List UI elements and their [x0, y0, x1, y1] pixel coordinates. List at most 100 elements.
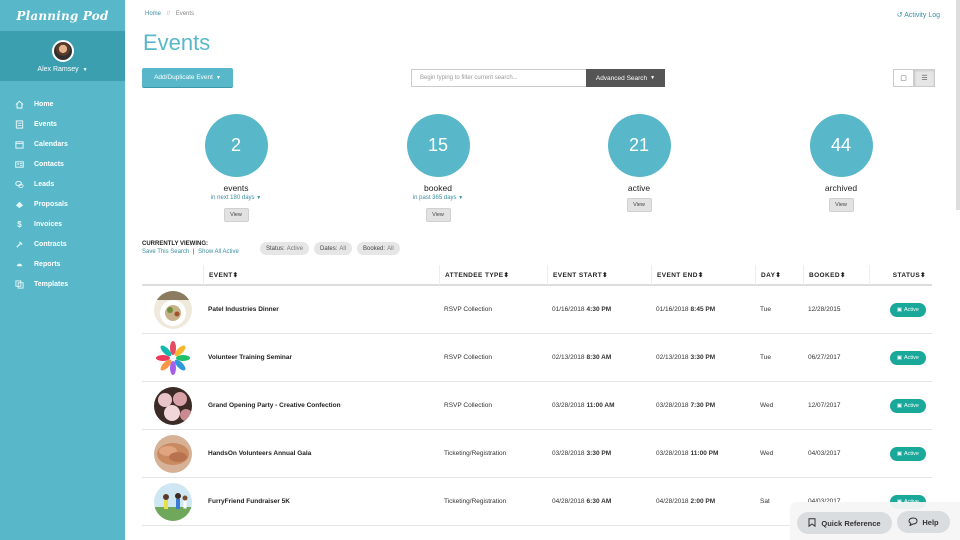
view-toggle: ▢ ☰	[893, 69, 935, 87]
day-cell: Tue	[760, 306, 771, 313]
table-row[interactable]: Volunteer Training Seminar RSVP Collecti…	[142, 334, 932, 382]
advanced-search-button[interactable]: Advanced Search ▼	[586, 69, 665, 87]
event-name-link[interactable]: FurryFriend Fundraiser 5K	[208, 498, 290, 505]
scrollbar[interactable]	[956, 0, 960, 210]
view-button[interactable]: View	[828, 198, 854, 212]
event-thumbnail[interactable]	[153, 434, 192, 473]
sidebar-item-home[interactable]: Home	[0, 94, 125, 114]
event-thumbnail[interactable]	[153, 290, 192, 329]
header-label: EVENT END	[657, 271, 698, 279]
activity-log-link[interactable]: ↺ Activity Log	[897, 11, 940, 19]
leads-icon	[15, 180, 24, 189]
proposals-icon	[15, 200, 24, 209]
header-day[interactable]: DAY ⬍	[755, 265, 803, 285]
end-date: 03/28/2018	[656, 450, 689, 457]
stat-range-dropdown[interactable]: in past 365 days ▼	[413, 195, 463, 203]
chat-bubble-icon	[908, 516, 918, 528]
avatar[interactable]	[51, 39, 74, 62]
sidebar-item-templates[interactable]: Templates	[0, 274, 125, 294]
stat-circle[interactable]: 44	[809, 114, 873, 177]
search-input[interactable]: Begin typing to filter current search...	[411, 69, 586, 87]
stat-circle[interactable]: 21	[607, 114, 671, 177]
event-thumbnail[interactable]	[153, 386, 192, 425]
sidebar-item-invoices[interactable]: $ Invoices	[0, 214, 125, 234]
help-button[interactable]: Help	[897, 511, 950, 533]
sidebar-item-contacts[interactable]: Contacts	[0, 154, 125, 174]
event-name-link[interactable]: Volunteer Training Seminar	[208, 354, 292, 361]
header-status[interactable]: STATUS ⬍	[869, 265, 932, 285]
table-row[interactable]: Patel Industries Dinner RSVP Collection …	[142, 286, 932, 334]
event-thumbnail[interactable]	[153, 338, 192, 377]
stat-label: booked	[424, 183, 452, 193]
filter-chip-status[interactable]: Status: Active	[260, 242, 310, 255]
quick-reference-button[interactable]: Quick Reference	[797, 512, 892, 534]
header-event[interactable]: EVENT ⬍	[203, 265, 439, 285]
status-label: Active	[904, 450, 919, 457]
save-search-link[interactable]: Save This Search	[142, 249, 189, 255]
show-all-active-link[interactable]: Show All Active	[198, 249, 239, 255]
sort-icon: ⬍	[503, 272, 510, 279]
event-end-cell: 03/28/2018 11:00 PM	[651, 430, 755, 478]
sidebar-item-label: Templates	[34, 280, 69, 288]
event-name-cell: HandsOn Volunteers Annual Gala	[203, 430, 439, 478]
table-body: Patel Industries Dinner RSVP Collection …	[142, 286, 932, 526]
start-date: 03/28/2018	[552, 402, 585, 409]
brand-logo[interactable]: Planning Pod	[0, 0, 125, 31]
event-name-link[interactable]: Grand Opening Party - Creative Confectio…	[208, 402, 341, 409]
event-end-cell: 01/16/2018 8:45 PM	[651, 286, 755, 334]
grid-view-button[interactable]: ▢	[893, 69, 914, 87]
sidebar-item-events[interactable]: Events	[0, 114, 125, 134]
table-row[interactable]: HandsOn Volunteers Annual Gala Ticketing…	[142, 430, 932, 478]
stat-circle[interactable]: 15	[406, 114, 470, 177]
help-label: Help	[922, 517, 939, 527]
events-icon	[15, 119, 24, 129]
status-badge[interactable]: ▣Active	[889, 398, 926, 413]
header-booked[interactable]: BOOKED ⬍	[803, 265, 869, 285]
status-label: Active	[904, 354, 919, 361]
filter-chip-booked[interactable]: Booked: All	[357, 242, 400, 255]
contacts-icon	[15, 160, 24, 169]
add-duplicate-event-button[interactable]: Add/Duplicate Event ▼	[142, 68, 233, 87]
header-event-start[interactable]: EVENT START ⬍	[547, 265, 651, 285]
sidebar-item-label: Events	[34, 120, 57, 128]
history-icon: ↺	[896, 12, 903, 19]
sidebar-item-calendars[interactable]: Calendars	[0, 134, 125, 154]
user-block[interactable]: Alex Ramsey ▼	[0, 31, 125, 81]
sort-icon: ⬍	[697, 272, 704, 279]
sidebar-item-reports[interactable]: Reports	[0, 254, 125, 274]
event-name-link[interactable]: Patel Industries Dinner	[208, 306, 279, 313]
booked-cell: 06/27/2017	[808, 354, 841, 361]
status-badge[interactable]: ▣Active	[889, 350, 926, 365]
filter-chips: Status: Active Dates: All Booked: All	[260, 242, 400, 255]
reports-icon	[15, 260, 24, 269]
view-button[interactable]: View	[425, 208, 451, 222]
attendee-type-cell: Ticketing/Registration	[444, 450, 507, 457]
sidebar-item-leads[interactable]: Leads	[0, 174, 125, 194]
table-row[interactable]: Grand Opening Party - Creative Confectio…	[142, 382, 932, 430]
header-thumb	[142, 265, 203, 285]
dollar-icon: $	[17, 219, 22, 229]
view-button[interactable]: View	[223, 208, 249, 222]
status-badge[interactable]: ▣Active	[889, 446, 926, 461]
header-attendee-type[interactable]: ATTENDEE TYPE ⬍	[439, 265, 547, 285]
attendee-type-cell: Ticketing/Registration	[444, 498, 507, 505]
booked-cell: 12/28/2015	[808, 306, 841, 313]
sidebar-item-proposals[interactable]: Proposals	[0, 194, 125, 214]
view-button[interactable]: View	[626, 198, 652, 212]
stat-range-dropdown[interactable]: in next 180 days ▼	[211, 195, 261, 203]
event-thumbnail[interactable]	[153, 482, 192, 521]
stat-circle[interactable]: 2	[204, 114, 268, 177]
event-name-cell: Grand Opening Party - Creative Confectio…	[203, 382, 439, 430]
table-header: EVENT ⬍ ATTENDEE TYPE ⬍ EVENT START ⬍ EVENT…	[142, 265, 932, 286]
list-view-button[interactable]: ☰	[914, 69, 935, 87]
header-event-end[interactable]: EVENT END ⬍	[651, 265, 755, 285]
stat-range-label: in next 180 days	[210, 195, 255, 201]
caret-down-icon: ▼	[650, 75, 656, 81]
chip-key: Status:	[266, 245, 285, 252]
sidebar-item-label: Calendars	[34, 140, 68, 148]
event-name-link[interactable]: HandsOn Volunteers Annual Gala	[208, 450, 311, 457]
filter-chip-dates[interactable]: Dates: All	[314, 242, 353, 255]
breadcrumb-home[interactable]: Home	[145, 11, 161, 17]
sidebar-item-contracts[interactable]: Contracts	[0, 234, 125, 254]
status-badge[interactable]: ▣Active	[889, 302, 926, 317]
